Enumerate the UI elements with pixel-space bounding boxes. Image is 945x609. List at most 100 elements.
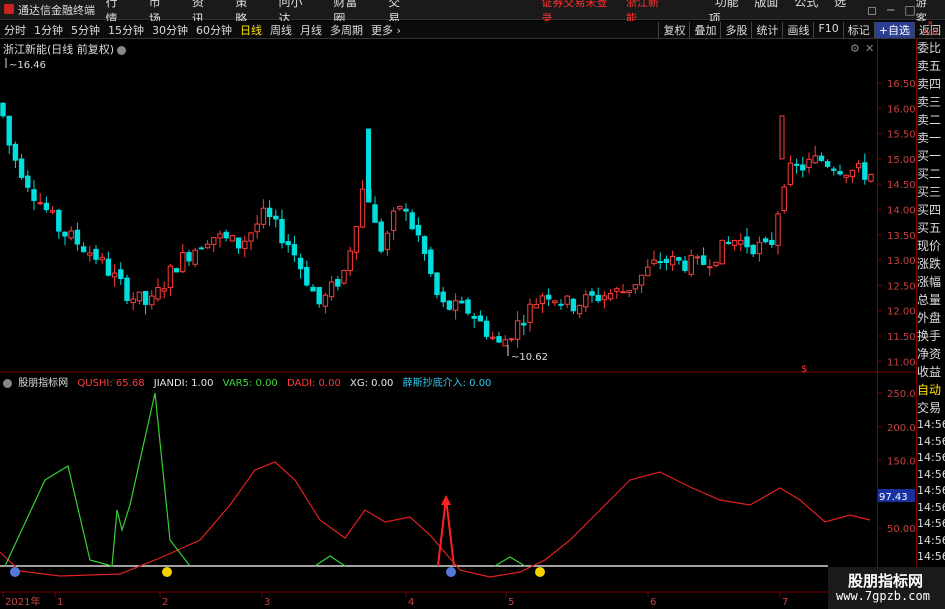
candle-down: [700, 255, 707, 265]
candle-up: [552, 300, 558, 304]
candle-down: [471, 316, 477, 319]
candle-down: [837, 171, 843, 175]
candle-up: [359, 188, 366, 228]
quote-field-label: 换手: [917, 329, 942, 343]
candle-down: [769, 239, 775, 245]
candle-up: [868, 173, 874, 182]
arrow-up-icon: [441, 495, 451, 505]
candle-down: [105, 258, 112, 276]
candle-down: [793, 163, 800, 166]
price-tick-label: 16.50: [887, 79, 916, 90]
field-dadi: DADI: 0.00: [286, 378, 341, 389]
candle-down: [198, 247, 205, 250]
x-tick-label: 2: [162, 597, 168, 608]
watermark: 股朋指标网 www.7gpzb.com: [828, 567, 945, 609]
candle-down: [558, 303, 564, 306]
candle-up: [651, 259, 657, 265]
candle-down: [62, 231, 68, 237]
candle-down: [297, 257, 304, 270]
candle-up: [669, 255, 676, 266]
low-label: ~10.62: [511, 352, 548, 363]
candle-down: [434, 272, 440, 296]
candle-down: [521, 322, 527, 326]
candle-down: [310, 286, 316, 292]
x-tick-label: 2021年: [5, 595, 40, 608]
candle-down: [124, 277, 130, 301]
signal-marker: $: [801, 364, 807, 375]
indicator-tick-label: 50.00: [887, 524, 916, 535]
x-tick-label: 6: [650, 597, 656, 608]
tick-time: 14:56: [917, 533, 945, 547]
candle-up: [806, 158, 812, 168]
candle-down: [831, 168, 837, 171]
candle-down: [762, 238, 769, 243]
candle-up: [155, 286, 161, 300]
candle-up: [37, 202, 43, 205]
candle-down: [676, 257, 682, 261]
dadi-spike: [437, 497, 455, 567]
candle-up: [527, 303, 533, 323]
quote-field-label: 买三: [917, 185, 942, 199]
indicator-gear-icon[interactable]: [3, 378, 12, 388]
candle-up: [211, 237, 217, 245]
candle-up: [217, 233, 223, 239]
candle-down: [570, 298, 577, 312]
candle-up: [713, 261, 719, 267]
smiley-icon: [446, 567, 456, 577]
candle-up: [341, 269, 347, 284]
candle-down: [446, 300, 453, 310]
candle-down: [496, 336, 502, 343]
candle-down: [25, 175, 31, 188]
field-qushi: QUSHI: 65.68: [77, 378, 145, 389]
candle-down: [744, 236, 750, 248]
quote-field-label: 卖二: [917, 113, 942, 127]
candle-up: [564, 295, 570, 305]
indicator-name[interactable]: 股朋指标网: [18, 378, 68, 389]
candle-down: [235, 237, 242, 249]
candle-down: [118, 269, 124, 279]
quote-field-label: 买一: [917, 149, 942, 163]
watermark-title: 股朋指标网: [848, 572, 924, 590]
price-tick-label: 15.50: [887, 130, 916, 141]
indicator-tick-label: 200.0: [887, 423, 916, 434]
quote-field-label: 涨幅: [917, 275, 942, 289]
price-tick-label: 15.00: [887, 155, 916, 166]
quote-field-label: 买二: [917, 167, 942, 181]
candle-up: [787, 162, 794, 185]
candle-up: [254, 223, 260, 233]
candle-up: [601, 295, 608, 301]
candle-up: [49, 210, 56, 213]
candle-down: [31, 189, 37, 201]
candle-up: [99, 256, 105, 261]
candle-down: [378, 221, 384, 252]
candle-down: [6, 115, 12, 146]
candle-up: [248, 232, 254, 242]
candle-down: [93, 248, 99, 260]
field-xg: XG: 0.00: [350, 378, 394, 389]
candle-down: [273, 215, 279, 220]
candle-up: [731, 240, 738, 246]
quote-field-label: 涨跌: [917, 257, 942, 271]
candle-up: [390, 210, 397, 231]
candle-up: [502, 339, 508, 347]
smiley-icon: [535, 567, 545, 577]
quote-field-label: 买四: [917, 203, 942, 217]
candle-up: [508, 338, 515, 341]
trade-label: 交易: [917, 401, 942, 415]
chart-canvas[interactable]: 16.50 16.00 15.50 15.00 14.50 14.00 13.50 13.00…: [0, 0, 945, 609]
candle-down: [366, 128, 371, 195]
candle-down: [223, 231, 229, 239]
candle-up: [638, 274, 645, 286]
candle-up: [87, 252, 93, 256]
candle-up: [204, 243, 211, 249]
candle-up: [576, 304, 583, 315]
price-tick-label: 16.00: [887, 104, 916, 115]
smiley-icon: [10, 567, 20, 577]
candle-down: [266, 207, 273, 218]
candle-down: [477, 315, 484, 322]
app-window: 通达信金融终端 行情 市场 资讯 策略 问小达 财富圈 交易 证券交易未登录 浙…: [0, 0, 945, 609]
candle-down: [80, 246, 87, 253]
quote-field-label: 买五: [917, 221, 942, 235]
price-tick-label: 14.00: [887, 206, 916, 217]
candle-down: [279, 218, 285, 244]
